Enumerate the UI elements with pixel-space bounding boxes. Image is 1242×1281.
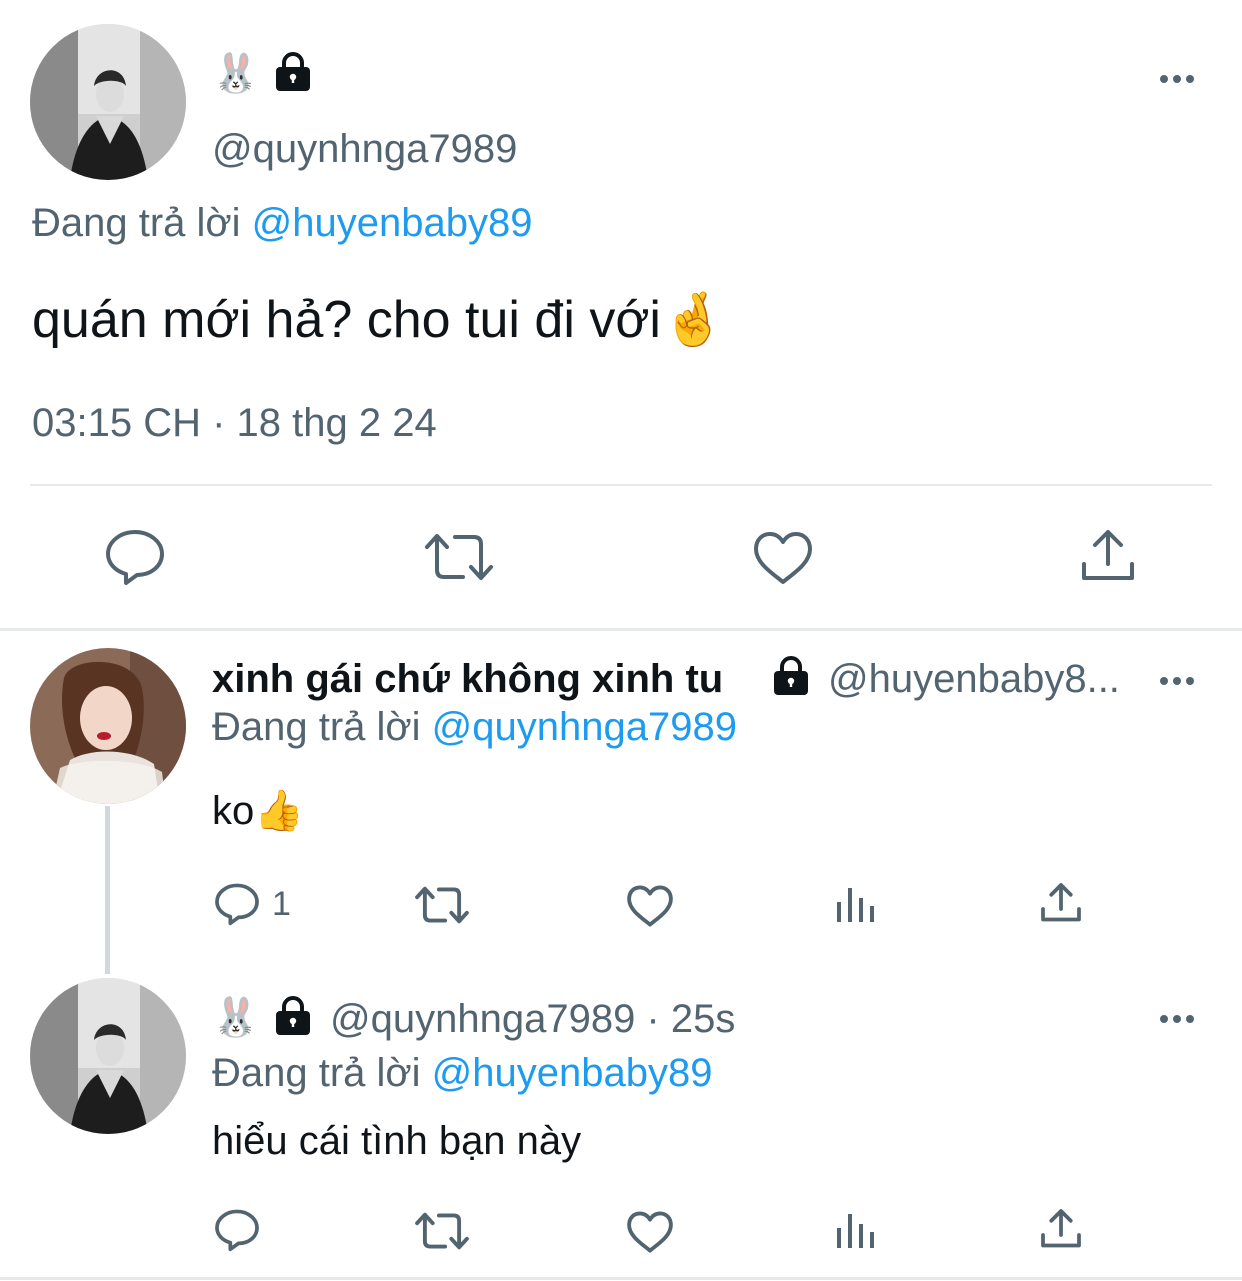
views-icon[interactable] — [834, 1210, 878, 1250]
name-emoji: 🐰 — [212, 53, 260, 95]
lock-icon — [770, 654, 812, 696]
reply-to-link[interactable]: @quynhnga7989 — [432, 705, 737, 749]
share-icon[interactable] — [1080, 528, 1136, 584]
like-icon[interactable] — [626, 884, 674, 928]
thread-line — [105, 806, 110, 974]
reply-to-link[interactable]: @huyenbaby89 — [432, 1051, 713, 1095]
reply-icon[interactable] — [214, 1208, 260, 1252]
reply-prefix: Đang trả lời — [212, 705, 421, 749]
user-handle-time[interactable]: @quynhnga7989 · 25s — [330, 996, 735, 1042]
lock-icon — [272, 50, 314, 92]
reply-icon[interactable] — [104, 528, 166, 586]
user-handle[interactable]: @quynhnga7989 — [212, 126, 517, 172]
more-options-button[interactable] — [1160, 70, 1199, 88]
retweet-icon[interactable] — [414, 1210, 470, 1252]
bottom-divider — [0, 1277, 1242, 1280]
section-divider — [0, 628, 1242, 631]
name-emoji: 🐰 — [212, 997, 260, 1039]
display-name[interactable]: xinh gái chứ không xinh tu — [212, 657, 723, 701]
avatar[interactable] — [30, 978, 186, 1134]
reply-icon[interactable] — [214, 882, 260, 926]
retweet-icon[interactable] — [414, 884, 470, 926]
more-options-button[interactable] — [1160, 1010, 1199, 1028]
retweet-icon[interactable] — [423, 530, 495, 584]
avatar[interactable] — [30, 24, 186, 180]
reply-prefix: Đang trả lời — [32, 201, 241, 245]
reply-context: Đang trả lời @huyenbaby89 — [32, 200, 533, 246]
avatar[interactable] — [30, 648, 186, 804]
tweet-text: quán mới hả? cho tui đi với🤞 — [32, 291, 726, 349]
reply-context: Đang trả lời @quynhnga7989 — [212, 704, 737, 750]
lock-icon — [272, 994, 314, 1036]
share-icon[interactable] — [1040, 882, 1082, 924]
divider — [30, 484, 1212, 486]
user-handle[interactable]: @huyenbaby8... — [828, 656, 1120, 702]
like-icon[interactable] — [626, 1210, 674, 1254]
share-icon[interactable] — [1040, 1208, 1082, 1250]
tweet-timestamp[interactable]: 03:15 CH · 18 thg 2 24 — [32, 400, 437, 446]
like-icon[interactable] — [752, 530, 814, 586]
reply-count: 1 — [272, 885, 291, 923]
reply-to-link[interactable]: @huyenbaby89 — [252, 201, 533, 245]
tweet-text: ko👍 — [212, 789, 305, 833]
reply-prefix: Đang trả lời — [212, 1051, 421, 1095]
tweet-text: hiểu cái tình bạn này — [212, 1119, 582, 1163]
tweet-header: xinh gái chứ không xinh tu — [212, 656, 723, 702]
reply-context: Đang trả lời @huyenbaby89 — [212, 1050, 713, 1096]
views-icon[interactable] — [834, 884, 878, 924]
more-options-button[interactable] — [1160, 672, 1199, 690]
